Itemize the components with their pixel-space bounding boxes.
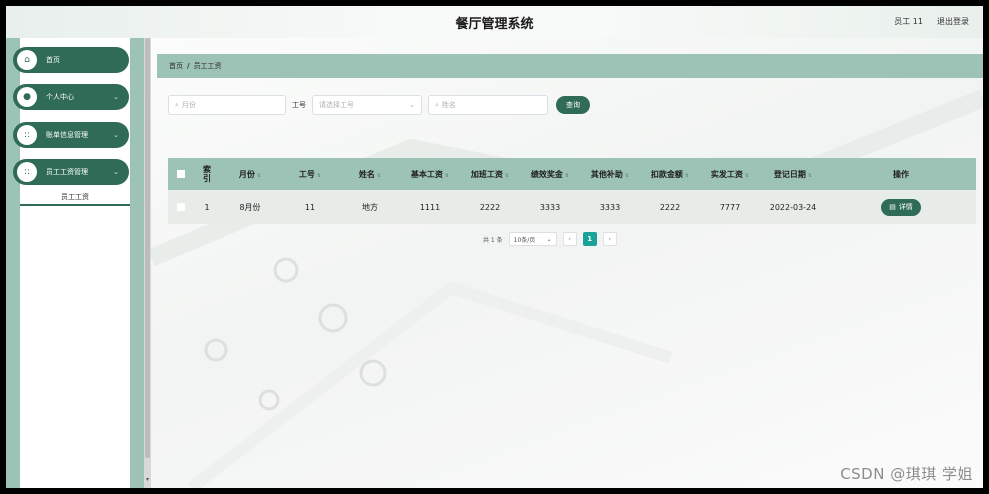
app-title: 餐厅管理系统 <box>455 17 534 32</box>
column-header-base-salary[interactable]: 基本工资 ⇅ <box>400 169 460 180</box>
chevron-down-icon: ⌄ <box>409 101 415 109</box>
employee-id-select[interactable]: 请选择工号 ⌄ <box>312 95 422 115</box>
breadcrumb-home[interactable]: 首页 <box>169 61 183 71</box>
current-user: 员工 11 <box>894 17 923 26</box>
logout-link[interactable]: 退出登录 <box>937 16 969 27</box>
cell-register-date: 2022-03-24 <box>769 202 817 212</box>
watermark: CSDN @琪琪 学姐 <box>840 465 973 483</box>
sidebar-item-personal-center[interactable]: ● 个人中心 ⌄ <box>13 84 129 110</box>
employee-id-label: 工号 <box>292 101 306 109</box>
app-frame: 餐厅管理系统 员工 11 退出登录 ⌂ 首页 ● 个人中心 ⌄ :: 账单信息管… <box>6 6 983 488</box>
sidebar-scrollbar-thumb[interactable] <box>145 38 150 458</box>
breadcrumb-separator: / <box>187 62 190 70</box>
detail-button[interactable]: ▤ 详情 <box>881 198 921 216</box>
sidebar-item-label: 个人中心 <box>46 93 74 101</box>
sidebar-item-label: 账单信息管理 <box>46 131 88 139</box>
column-header-name[interactable]: 姓名 ⇅ <box>340 169 400 180</box>
breadcrumb: 首页 / 员工工资 <box>157 54 983 78</box>
table-header: 索引 月份 ⇅ 工号 ⇅ 姓名 ⇅ 基本工资 ⇅ 加班工资 ⇅ 绩效奖金 ⇅ 其他补助 ⇅ 扣… <box>168 158 976 190</box>
column-header-deduction[interactable]: 扣款金额 ⇅ <box>640 169 700 180</box>
submenu-item-employee-salary[interactable]: 员工工资 <box>20 190 130 206</box>
cell-subsidy: 3333 <box>599 202 621 212</box>
top-bar: 餐厅管理系统 员工 11 退出登录 <box>6 6 983 38</box>
cell-overtime-pay: 2222 <box>479 202 501 212</box>
row-checkbox[interactable] <box>177 203 185 211</box>
sidebar: ⌂ 首页 ● 个人中心 ⌄ :: 账单信息管理 ⌄ :: 员工工资管理 ⌄ 员工… <box>6 38 146 488</box>
detail-button-label: 详情 <box>898 203 913 211</box>
month-search-input[interactable]: ⌕ 月份 <box>168 95 286 115</box>
search-icon: ⌕ <box>435 100 439 109</box>
breadcrumb-current: 员工工资 <box>193 62 222 70</box>
column-header-register-date[interactable]: 登记日期 ⇅ <box>760 169 826 180</box>
column-header-index[interactable]: 索引 <box>194 165 220 183</box>
pagination: 共 1 条 10条/页 ⌄ ‹ 1 › <box>483 232 617 246</box>
next-page-button[interactable]: › <box>602 232 617 246</box>
select-all-checkbox[interactable] <box>177 170 185 178</box>
pagination-total: 共 1 条 <box>483 236 503 244</box>
chevron-down-icon: ⌄ <box>113 131 119 139</box>
column-header-month[interactable]: 月份 ⇅ <box>220 169 280 180</box>
chevron-down-icon: ⌄ <box>113 93 119 101</box>
search-icon: ⌕ <box>175 100 179 109</box>
user-area: 员工 11 退出登录 <box>894 16 969 27</box>
sidebar-item-bill-management[interactable]: :: 账单信息管理 ⌄ <box>13 122 129 148</box>
cell-bonus: 3333 <box>539 202 561 212</box>
home-icon: ⌂ <box>17 50 37 70</box>
column-header-actions: 操作 <box>893 169 909 179</box>
search-button[interactable]: 查询 <box>556 96 590 114</box>
cell-month: 8月份 <box>239 202 261 212</box>
grid-icon: :: <box>17 125 37 145</box>
cell-net-salary: 7777 <box>719 202 741 212</box>
main-content: 首页 / 员工工资 ⌕ 月份 工号 请选择工号 ⌄ ⌕ 姓名 查询 索引 月份 … <box>151 38 983 488</box>
cell-name: 地方 <box>362 202 378 212</box>
column-header-subsidy[interactable]: 其他补助 ⇅ <box>580 169 640 180</box>
cell-employee-id: 11 <box>304 202 316 212</box>
sidebar-item-salary-management[interactable]: :: 员工工资管理 ⌄ <box>13 159 129 185</box>
cell-base-salary: 1111 <box>419 202 441 212</box>
column-header-bonus[interactable]: 绩效奖金 ⇅ <box>520 169 580 180</box>
prev-page-button[interactable]: ‹ <box>562 232 577 246</box>
employee-id-placeholder: 请选择工号 <box>319 101 354 109</box>
table-row: 1 8月份 11 地方 1111 2222 3333 3333 2222 777… <box>168 190 976 224</box>
cell-index: 1 <box>204 202 210 212</box>
sidebar-item-home[interactable]: ⌂ 首页 <box>13 47 129 73</box>
page-number-button[interactable]: 1 <box>582 232 597 246</box>
column-header-overtime-pay[interactable]: 加班工资 ⇅ <box>460 169 520 180</box>
name-search-input[interactable]: ⌕ 姓名 <box>428 95 548 115</box>
cell-deduction: 2222 <box>659 202 681 212</box>
grid-icon: :: <box>17 162 37 182</box>
chevron-down-icon: ⌄ <box>546 235 552 243</box>
document-icon: ▤ <box>889 203 896 211</box>
page-size-select[interactable]: 10条/页 ⌄ <box>508 232 557 246</box>
search-bar: ⌕ 月份 工号 请选择工号 ⌄ ⌕ 姓名 查询 <box>168 94 590 116</box>
name-placeholder: 姓名 <box>441 101 456 109</box>
column-header-employee-id[interactable]: 工号 ⇅ <box>280 169 340 180</box>
month-placeholder: 月份 <box>181 101 196 109</box>
salary-table: 索引 月份 ⇅ 工号 ⇅ 姓名 ⇅ 基本工资 ⇅ 加班工资 ⇅ 绩效奖金 ⇅ 其他补助 ⇅ 扣… <box>168 158 976 224</box>
scroll-down-arrow-icon[interactable]: ▾ <box>144 476 151 483</box>
user-icon: ● <box>17 87 37 107</box>
sidebar-item-label: 员工工资管理 <box>46 168 88 176</box>
sidebar-item-label: 首页 <box>46 56 60 64</box>
chevron-down-icon: ⌄ <box>113 168 119 176</box>
column-header-net-salary[interactable]: 实发工资 ⇅ <box>700 169 760 180</box>
page-size-value: 10条/页 <box>513 236 536 244</box>
